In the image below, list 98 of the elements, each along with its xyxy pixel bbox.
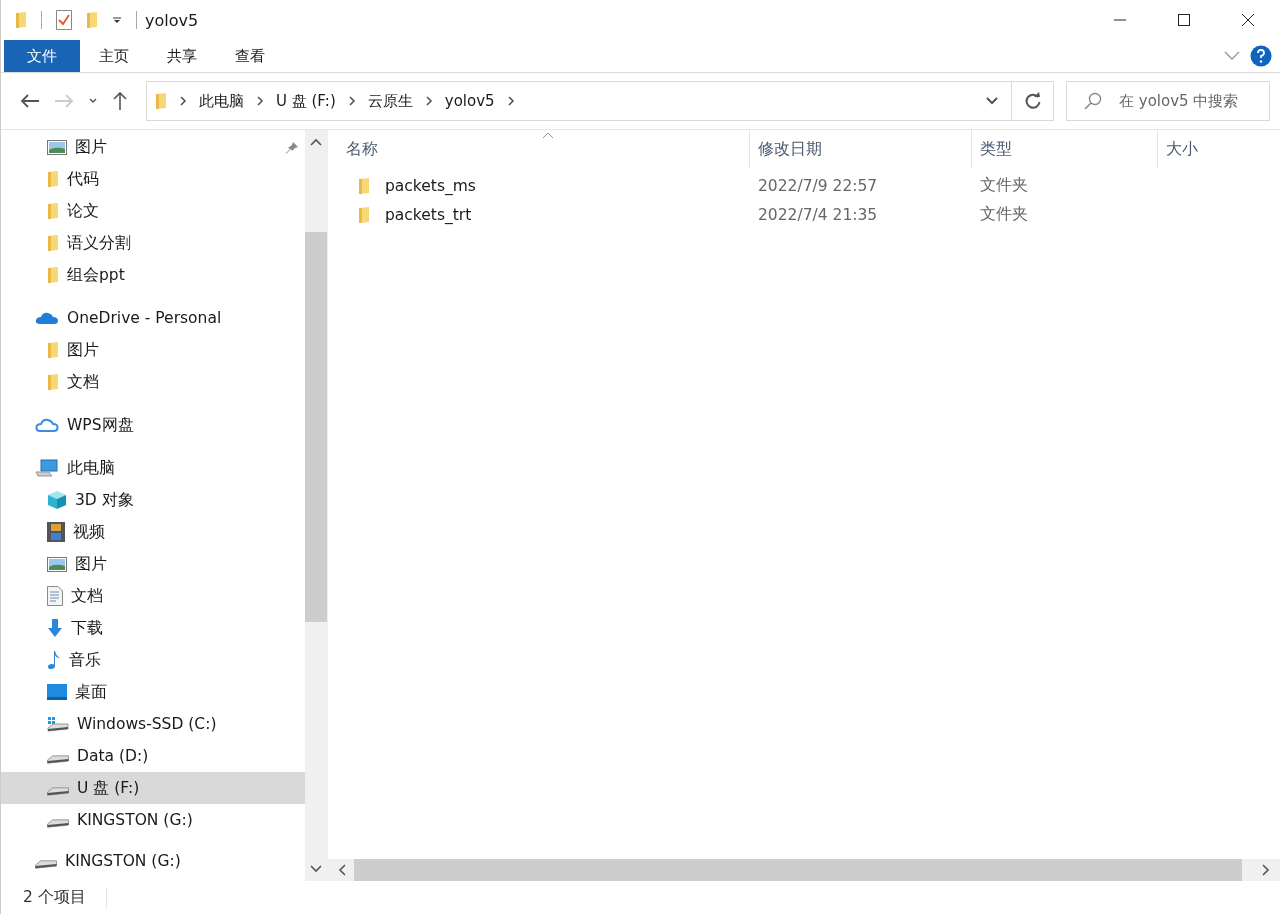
folder-icon [47, 234, 59, 252]
ribbon-tab[interactable]: 查看 [216, 40, 284, 72]
column-header[interactable]: 类型 [972, 130, 1158, 168]
ribbon-tab[interactable]: 共享 [148, 40, 216, 72]
sidebar-item[interactable]: 语义分割 [1, 227, 305, 259]
desktop-icon [47, 684, 67, 700]
up-arrow-icon[interactable] [112, 91, 128, 111]
breadcrumb[interactable]: 云原生 [367, 91, 413, 111]
chevron-right-icon[interactable] [256, 96, 264, 106]
dropdown-icon[interactable] [112, 15, 122, 25]
film-icon [47, 522, 65, 542]
file-name: packets_ms [385, 176, 476, 195]
down-arrow-icon [47, 618, 63, 638]
sidebar-item[interactable]: 代码 [1, 163, 305, 195]
sidebar-item[interactable]: 论文 [1, 195, 305, 227]
maximize-icon[interactable] [1177, 13, 1191, 27]
file-type: 文件夹 [979, 204, 1029, 225]
sidebar-item[interactable]: 文档 [1, 366, 305, 398]
sidebar-item[interactable]: 音乐 [1, 644, 305, 676]
modified-date: 2022/7/9 22:57 [757, 176, 879, 195]
scroll-down-icon[interactable] [310, 865, 322, 873]
folder-icon [15, 11, 27, 29]
column-header[interactable]: 大小 [1158, 130, 1280, 168]
chevron-down-icon[interactable] [985, 96, 999, 106]
cloud-icon [35, 417, 59, 433]
scrollbar[interactable] [305, 130, 327, 881]
scroll-left-icon[interactable] [338, 864, 346, 876]
sidebar-item[interactable]: 图片 [1, 131, 305, 163]
refresh-icon[interactable] [1023, 92, 1042, 110]
sidebar-item[interactable]: Data (D:) [1, 740, 305, 772]
item-count: 2 个项目 [23, 887, 86, 908]
properties-icon[interactable] [56, 10, 72, 30]
ribbon-tab[interactable]: 主页 [80, 40, 148, 72]
drive-icon [47, 716, 69, 732]
music-note-icon [47, 650, 61, 670]
sidebar-item[interactable]: OneDrive - Personal [1, 302, 305, 334]
cloud-icon [35, 311, 59, 325]
back-arrow-icon[interactable] [20, 93, 40, 109]
chevron-right-icon[interactable] [347, 96, 356, 106]
breadcrumb[interactable]: 此电脑 [199, 91, 244, 111]
folder-icon [358, 176, 370, 195]
pin-icon[interactable] [285, 141, 299, 155]
chevron-right-icon[interactable] [506, 96, 515, 106]
window-title: yolov5 [145, 10, 199, 30]
sidebar-item[interactable]: KINGSTON (G:) [1, 804, 305, 836]
picture-icon [47, 556, 67, 572]
sidebar-item[interactable]: 下载 [1, 612, 305, 644]
breadcrumb[interactable]: yolov5 [444, 92, 495, 110]
column-header[interactable]: 名称 [328, 130, 750, 168]
sidebar-item[interactable]: U 盘 (F:) [1, 772, 305, 804]
help-icon[interactable] [1250, 45, 1272, 67]
close-icon[interactable] [1241, 13, 1255, 27]
drive-icon [47, 787, 69, 796]
drive-icon [47, 819, 69, 828]
sidebar-item[interactable]: 图片 [1, 334, 305, 366]
sidebar-item[interactable]: 视频 [1, 516, 305, 548]
scrollbar[interactable] [328, 859, 1280, 881]
address-field[interactable]: 此电脑 U 盘 (F:) 云原生 yolov5 [146, 81, 1054, 121]
document-icon [47, 586, 63, 606]
search-icon [1084, 92, 1102, 110]
sidebar-item[interactable]: Windows-SSD (C:) [1, 708, 305, 740]
column-header[interactable]: 修改日期 [750, 130, 972, 168]
file-row[interactable]: packets_trt 2022/7/4 21:35 文件夹 [328, 200, 1280, 229]
file-row[interactable]: packets_ms 2022/7/9 22:57 文件夹 [328, 171, 1280, 200]
ribbon-tab[interactable]: 文件 [4, 40, 80, 72]
sidebar-item[interactable]: KINGSTON (G:) [1, 847, 305, 875]
chevron-right-icon[interactable] [424, 96, 433, 106]
modified-date: 2022/7/4 21:35 [757, 205, 879, 224]
file-name: packets_trt [385, 205, 472, 224]
folder-icon [47, 170, 59, 188]
chevron-down-icon[interactable] [88, 97, 98, 105]
sidebar-item[interactable]: 图片 [1, 548, 305, 580]
folder-icon [47, 373, 59, 391]
picture-icon [47, 139, 67, 155]
minimize-icon[interactable] [1113, 19, 1127, 21]
sort-caret-icon [542, 132, 554, 139]
sidebar-item[interactable]: WPS网盘 [1, 409, 305, 441]
drive-icon [47, 755, 69, 764]
sidebar-item[interactable]: 文档 [1, 580, 305, 612]
drive-icon [35, 860, 57, 869]
scroll-right-icon[interactable] [1262, 864, 1270, 876]
cube-icon [47, 490, 67, 510]
sidebar-item[interactable]: 3D 对象 [1, 484, 305, 516]
folder-icon [47, 202, 59, 220]
file-type: 文件夹 [979, 175, 1029, 196]
search-field[interactable]: 在 yolov5 中搜索 [1066, 81, 1270, 121]
folder-icon [47, 266, 59, 284]
scroll-up-icon[interactable] [310, 138, 322, 146]
sidebar-item[interactable]: 桌面 [1, 676, 305, 708]
chevron-right-icon[interactable] [179, 96, 187, 106]
sidebar-item[interactable]: 此电脑 [1, 452, 305, 484]
sidebar-item[interactable]: 组会ppt [1, 259, 305, 291]
breadcrumb[interactable]: U 盘 (F:) [276, 91, 336, 111]
folder-icon [358, 205, 370, 224]
expand-ribbon-icon[interactable] [1224, 51, 1240, 61]
computer-icon [35, 459, 59, 477]
folder-icon [47, 341, 59, 359]
folder-icon [155, 92, 167, 110]
